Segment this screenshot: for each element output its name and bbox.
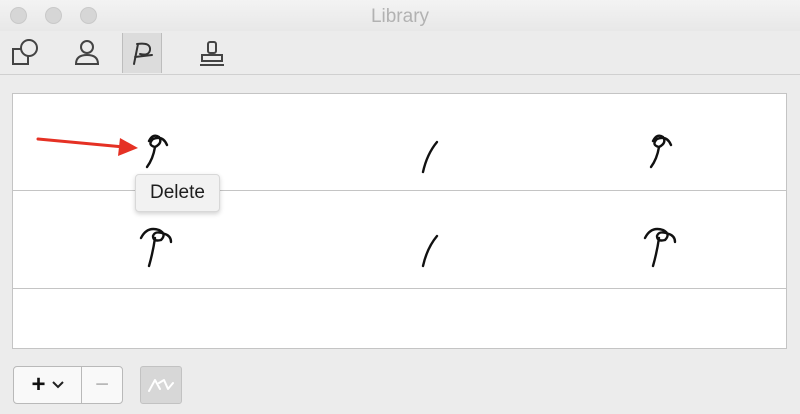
library-toolbar [0,31,800,75]
signature-preview-button[interactable] [140,366,182,404]
tab-signatures[interactable] [122,33,162,73]
signature-preview-icon [148,379,174,392]
window-title: Library [370,6,430,27]
tab-shapes[interactable] [5,33,45,73]
annotation-arrow [36,137,138,156]
add-signature-button[interactable]: + [14,367,82,403]
signature-item[interactable] [137,224,177,274]
stamp-icon [200,41,224,66]
signature-item[interactable] [413,228,453,278]
minus-icon: − [94,371,109,398]
delete-tooltip: Delete [135,174,220,212]
chevron-down-icon [51,381,64,389]
signature-item[interactable] [413,134,453,184]
person-icon [74,40,100,65]
title-bar: Library [0,0,800,31]
add-remove-button-group: + − [13,366,123,404]
tab-stamps[interactable] [192,33,232,73]
signature-item[interactable] [641,224,681,274]
shapes-icon [12,39,38,65]
row-divider [13,190,786,191]
plus-icon: + [31,371,46,398]
tab-people[interactable] [67,33,107,73]
signature-icon [133,42,153,65]
remove-signature-button[interactable]: − [82,367,122,403]
row-divider [13,288,786,289]
signature-item[interactable] [645,131,685,181]
